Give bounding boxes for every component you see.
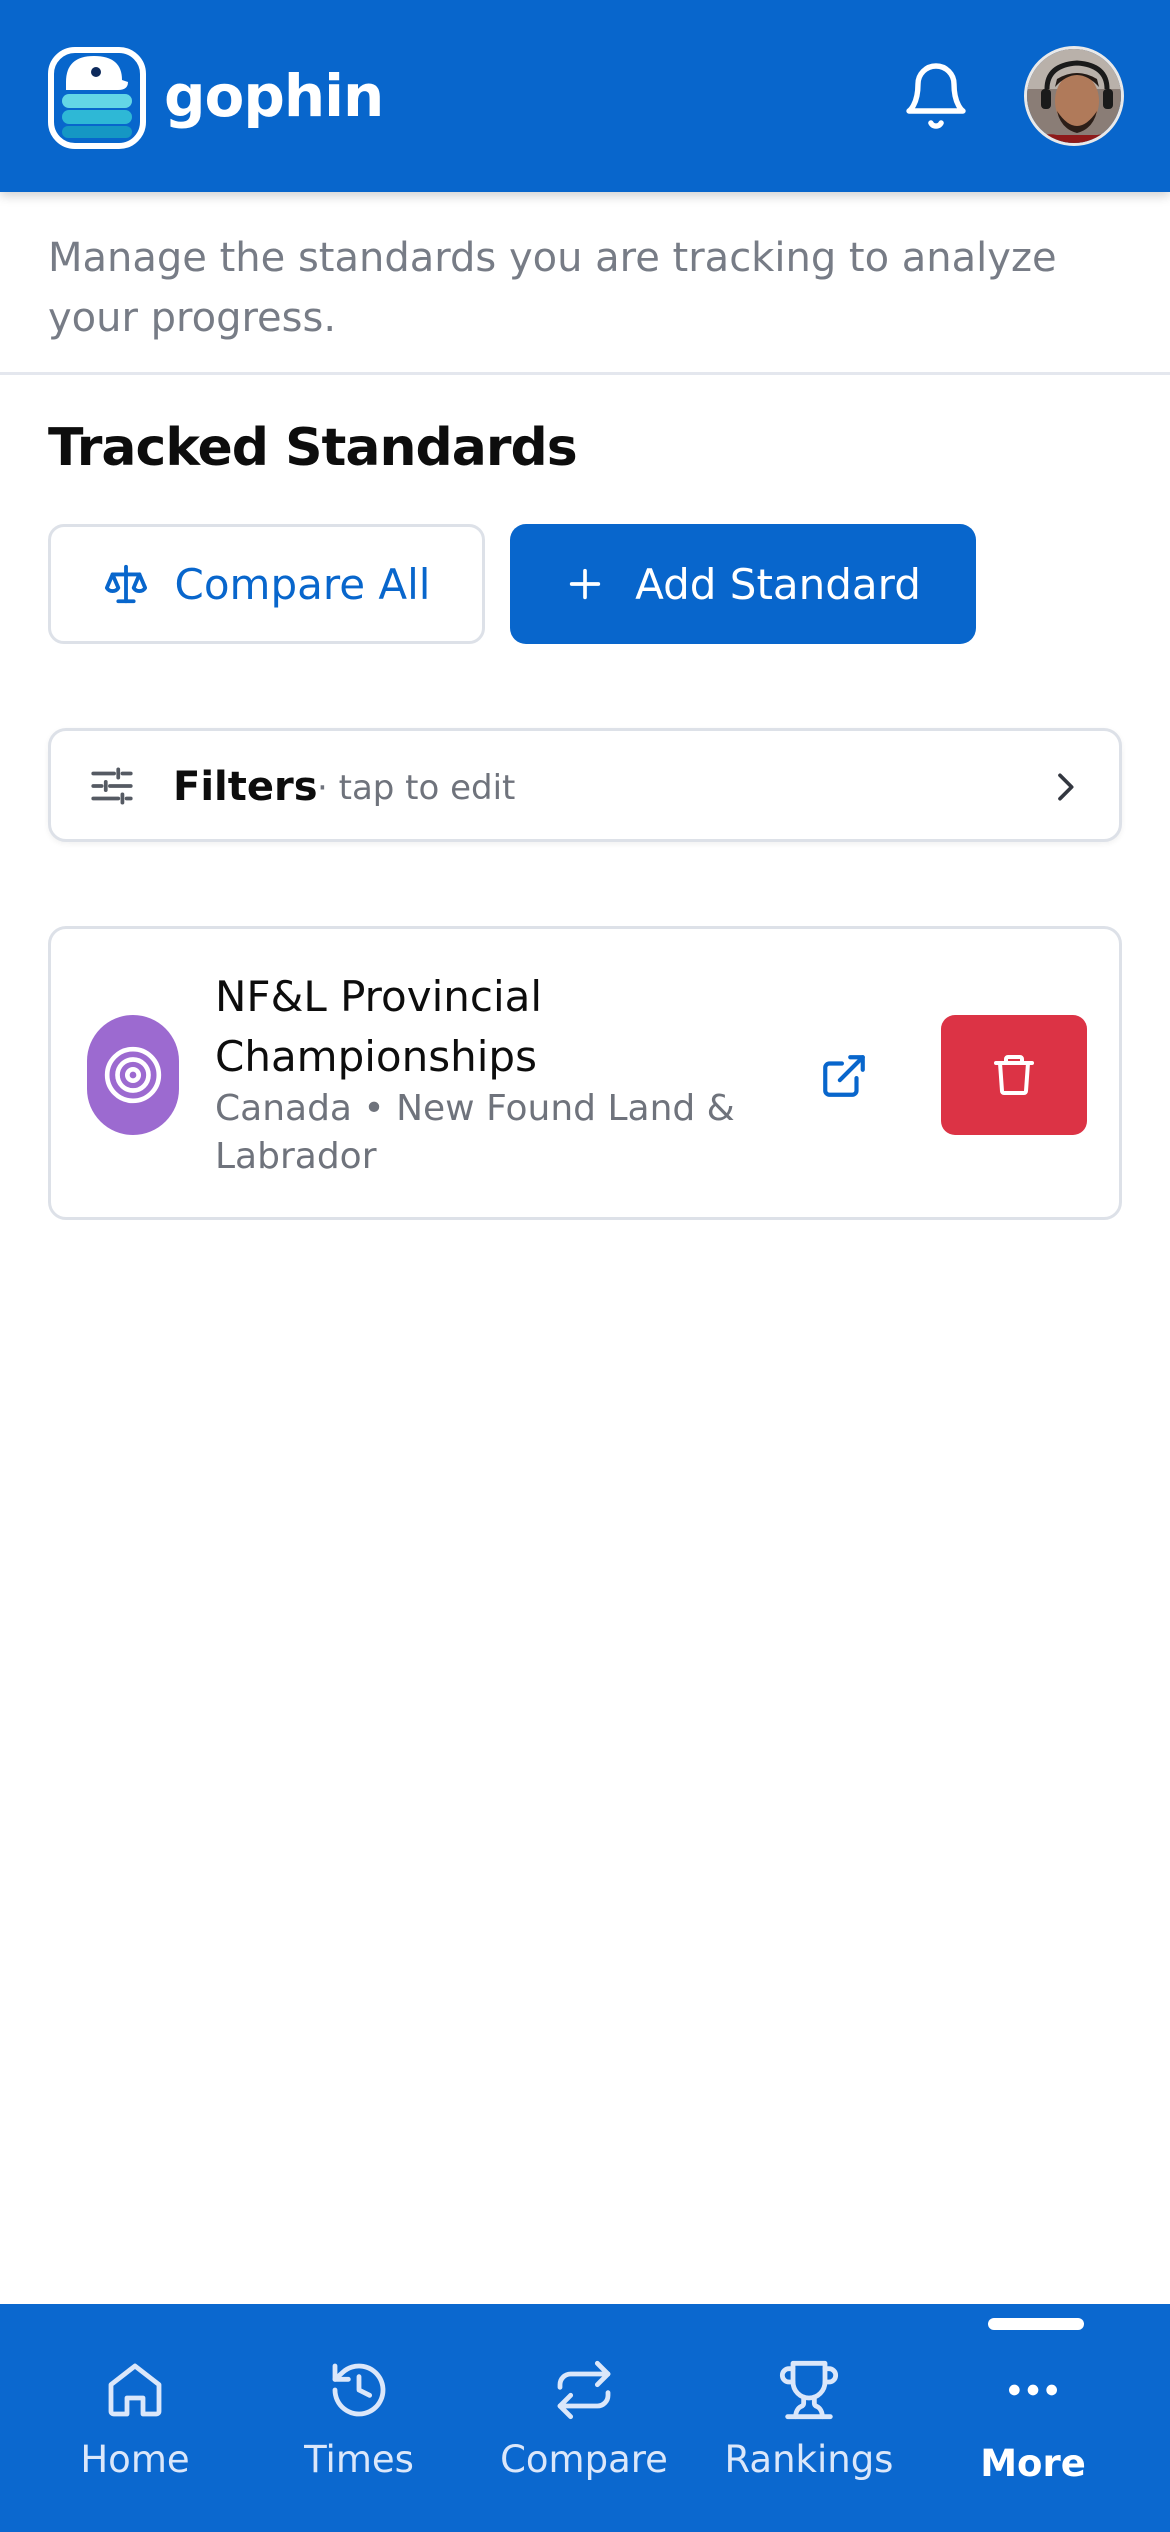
bottom-nav: Home Times Compare Rankings More xyxy=(0,2304,1170,2532)
standard-card: NF&L Provincial Championships Canada • N… xyxy=(48,926,1122,1220)
brand-name: gophin xyxy=(164,62,384,130)
divider xyxy=(0,372,1170,375)
repeat-icon xyxy=(557,2360,611,2420)
filters-bar[interactable]: Filters · tap to edit xyxy=(48,728,1122,842)
avatar[interactable] xyxy=(1024,46,1124,146)
nav-item-compare[interactable]: Compare xyxy=(472,2304,696,2532)
trash-icon xyxy=(994,1055,1034,1095)
nav-item-times[interactable]: Times xyxy=(247,2304,471,2532)
nav-label: Home xyxy=(80,2438,190,2481)
add-standard-button[interactable]: Add Standard xyxy=(510,524,976,644)
compare-all-button[interactable]: Compare All xyxy=(48,524,485,644)
standard-location: Canada • New Found Land & Labrador xyxy=(215,1088,735,1177)
sliders-icon xyxy=(91,767,133,805)
bell-icon[interactable] xyxy=(900,60,972,132)
nav-label: Times xyxy=(304,2438,414,2481)
nav-label: More xyxy=(980,2442,1086,2485)
page-description: Manage the standards you are tracking to… xyxy=(48,235,1057,341)
scale-icon xyxy=(104,564,147,604)
filters-hint: · tap to edit xyxy=(317,768,516,808)
page-title: Tracked Standards xyxy=(48,418,578,478)
chevron-right-icon xyxy=(1058,773,1074,801)
nav-item-home[interactable]: Home xyxy=(23,2304,247,2532)
nav-label: Compare xyxy=(500,2438,668,2481)
standard-name: NF&L Provincial Championships xyxy=(215,972,543,1081)
compare-all-label: Compare All xyxy=(174,559,431,609)
target-icon xyxy=(87,1015,179,1135)
delete-button[interactable] xyxy=(941,1015,1087,1135)
app-header: gophin xyxy=(0,0,1170,192)
plus-icon xyxy=(569,568,601,600)
history-icon xyxy=(332,2363,386,2417)
active-tab-indicator xyxy=(988,2318,1084,2330)
nav-item-rankings[interactable]: Rankings xyxy=(697,2304,921,2532)
filters-label: Filters xyxy=(173,764,318,810)
home-icon xyxy=(108,2363,162,2417)
nav-item-more[interactable]: More xyxy=(921,2304,1145,2532)
external-link-icon[interactable] xyxy=(819,1051,869,1101)
more-icon xyxy=(1009,2384,1057,2396)
trophy-icon xyxy=(779,2360,839,2420)
nav-label: Rankings xyxy=(724,2438,894,2481)
gophin-logo-icon[interactable] xyxy=(48,42,146,150)
add-standard-label: Add Standard xyxy=(635,559,921,609)
